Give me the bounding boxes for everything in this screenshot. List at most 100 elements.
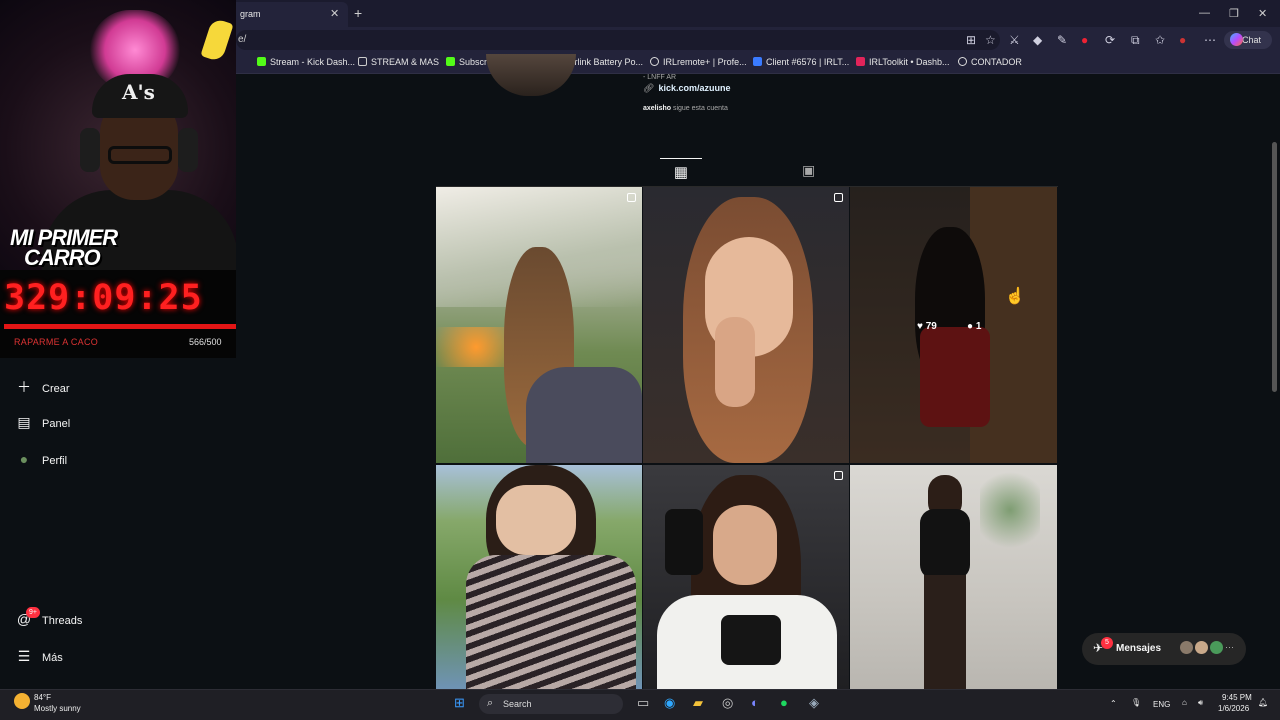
kick-icon xyxy=(446,57,455,66)
task-view-icon[interactable]: ▭ xyxy=(637,695,649,711)
post-thumbnail[interactable] xyxy=(850,465,1057,689)
goal-label: RAPARME A CACO xyxy=(14,337,99,347)
more-options-icon[interactable]: ⋯ xyxy=(1204,33,1216,47)
followed-by-text: axelisho sigue esta cuenta xyxy=(643,105,728,112)
cap-logo: A's xyxy=(122,80,155,104)
carousel-icon xyxy=(834,193,843,202)
sidebar-item-perfil[interactable]: ● Perfil xyxy=(15,451,67,471)
split-screen-icon[interactable]: ⧉ xyxy=(1131,33,1140,48)
bookmark-item[interactable]: Client #6576 | IRLT... xyxy=(753,57,849,67)
profile-avatar-icon: ● xyxy=(19,451,29,467)
bookmark-item[interactable]: Stream - Kick Dash... xyxy=(257,57,355,67)
new-tab-icon[interactable]: + xyxy=(354,5,362,21)
address-bar[interactable]: e/ xyxy=(236,30,1000,50)
post-thumbnail[interactable]: ♥ 79 ● 1 xyxy=(850,187,1057,463)
split-view-icon[interactable]: ⊞ xyxy=(966,33,976,47)
goal-progress-bar xyxy=(4,324,236,329)
scrollbar-thumb[interactable] xyxy=(1272,142,1277,392)
extension-drop-icon[interactable]: ● xyxy=(1081,33,1088,47)
hover-overlay xyxy=(850,187,1057,463)
sidebar-item-panel[interactable]: ▤ Panel xyxy=(15,414,70,434)
person-clothing xyxy=(920,509,970,579)
obs-icon[interactable]: ◎ xyxy=(722,695,733,711)
bookmark-item[interactable]: IRLremote+ | Profe... xyxy=(650,57,747,67)
notifications-icon[interactable]: 🔔︎ xyxy=(1258,698,1268,707)
avatar xyxy=(1210,641,1223,654)
clock-date[interactable]: 1/6/2026 xyxy=(1218,704,1249,713)
bookmark-item[interactable]: IRLToolkit • Dashb... xyxy=(856,57,950,67)
more-avatars-icon: ⋯ xyxy=(1225,642,1234,652)
address-text: e/ xyxy=(238,34,247,45)
bookmark-folder[interactable]: STREAM & MAS xyxy=(358,57,439,67)
globe-icon xyxy=(650,57,659,66)
copilot-icon xyxy=(1230,33,1243,46)
windows-start-icon[interactable]: ⊞ xyxy=(454,695,465,711)
favorite-star-icon[interactable]: ☆ xyxy=(985,33,996,47)
taskbar-search[interactable]: Search xyxy=(479,694,623,714)
window-close-icon[interactable]: ✕ xyxy=(1258,7,1267,20)
threads-badge: 9+ xyxy=(26,607,40,618)
language-indicator[interactable]: ENG xyxy=(1153,700,1170,709)
network-icon[interactable]: ⌂ xyxy=(1182,698,1187,707)
profile-avatar-icon[interactable]: ● xyxy=(1179,33,1186,47)
avatar xyxy=(1195,641,1208,654)
sidebar-item-threads[interactable]: @ Threads xyxy=(15,611,82,631)
sidebar-item-crear[interactable]: ＋ Crear xyxy=(15,377,70,397)
spotify-icon[interactable]: ● xyxy=(780,695,788,710)
collections-icon[interactable]: ✩ xyxy=(1155,33,1165,47)
contador-icon xyxy=(958,57,967,66)
post-thumbnail[interactable] xyxy=(436,465,642,689)
phone-object xyxy=(665,509,703,575)
tagged-icon: ▣ xyxy=(802,162,816,178)
person-clothing xyxy=(526,367,642,463)
bookmark-item[interactable]: CONTADOR xyxy=(958,57,1022,67)
extension-pen-icon[interactable]: ✎ xyxy=(1057,33,1067,47)
weather-sun-icon[interactable] xyxy=(14,693,30,709)
edge-icon[interactable]: ◉ xyxy=(664,695,675,711)
extension-icon[interactable]: ⚔ xyxy=(1009,33,1020,47)
carousel-icon xyxy=(627,193,636,202)
client-icon xyxy=(753,57,762,66)
tab-posts[interactable]: ▦ xyxy=(660,158,702,186)
folder-icon xyxy=(358,57,367,66)
messages-label: Mensajes xyxy=(1116,643,1162,654)
extension-diamond-icon[interactable]: ◆ xyxy=(1033,33,1042,47)
plus-icon: ＋ xyxy=(17,379,31,395)
tray-chevron-icon[interactable]: ⌃ xyxy=(1110,699,1117,708)
striped-top xyxy=(466,555,636,689)
copilot-chat-label: Chat xyxy=(1242,35,1262,45)
banana-decoration xyxy=(200,17,234,63)
person-neck xyxy=(496,485,576,555)
extension-puzzle-icon[interactable]: ⟳ xyxy=(1105,33,1115,47)
sidebar-item-mas[interactable]: ☰ Más xyxy=(15,648,63,668)
file-explorer-icon[interactable]: ▰ xyxy=(693,695,703,711)
person-top xyxy=(721,615,781,665)
grid-icon: ▦ xyxy=(673,164,689,181)
microphone-icon[interactable]: 🎙︎ xyxy=(1131,698,1141,707)
restore-icon[interactable]: ❐ xyxy=(1229,7,1239,20)
wall-drawing xyxy=(980,465,1040,555)
comments-count: ● 1 xyxy=(967,321,982,332)
menu-icon: ☰ xyxy=(17,648,31,664)
goal-count: 566/500 xyxy=(189,337,222,347)
subathon-timer: 329:09:25 xyxy=(4,278,203,318)
post-thumbnail[interactable] xyxy=(436,187,642,463)
carousel-icon xyxy=(834,471,843,480)
profile-avatar[interactable] xyxy=(486,54,576,96)
dashboard-icon: ▤ xyxy=(17,414,31,430)
minimize-icon[interactable]: — xyxy=(1199,7,1210,19)
headset-earcup xyxy=(80,128,100,172)
heart-icon: ♥ xyxy=(917,321,923,332)
likes-count: ♥ 79 xyxy=(917,321,937,332)
weather-temperature: 84°F xyxy=(34,693,51,702)
steam-icon[interactable]: ◈ xyxy=(809,695,819,711)
volume-icon[interactable]: 🔊︎ xyxy=(1198,698,1203,708)
profile-link[interactable]: 🔗︎ kick.com/azuune xyxy=(643,83,730,94)
clock-time[interactable]: 9:45 PM xyxy=(1222,693,1252,702)
tab-tagged[interactable]: ▣ xyxy=(802,162,815,179)
tab-title: gram xyxy=(240,9,261,19)
post-thumbnail[interactable] xyxy=(643,187,849,463)
post-thumbnail[interactable] xyxy=(643,465,849,689)
discord-icon[interactable]: ◐ xyxy=(751,695,759,710)
tab-close-icon[interactable]: ✕ xyxy=(330,7,339,20)
